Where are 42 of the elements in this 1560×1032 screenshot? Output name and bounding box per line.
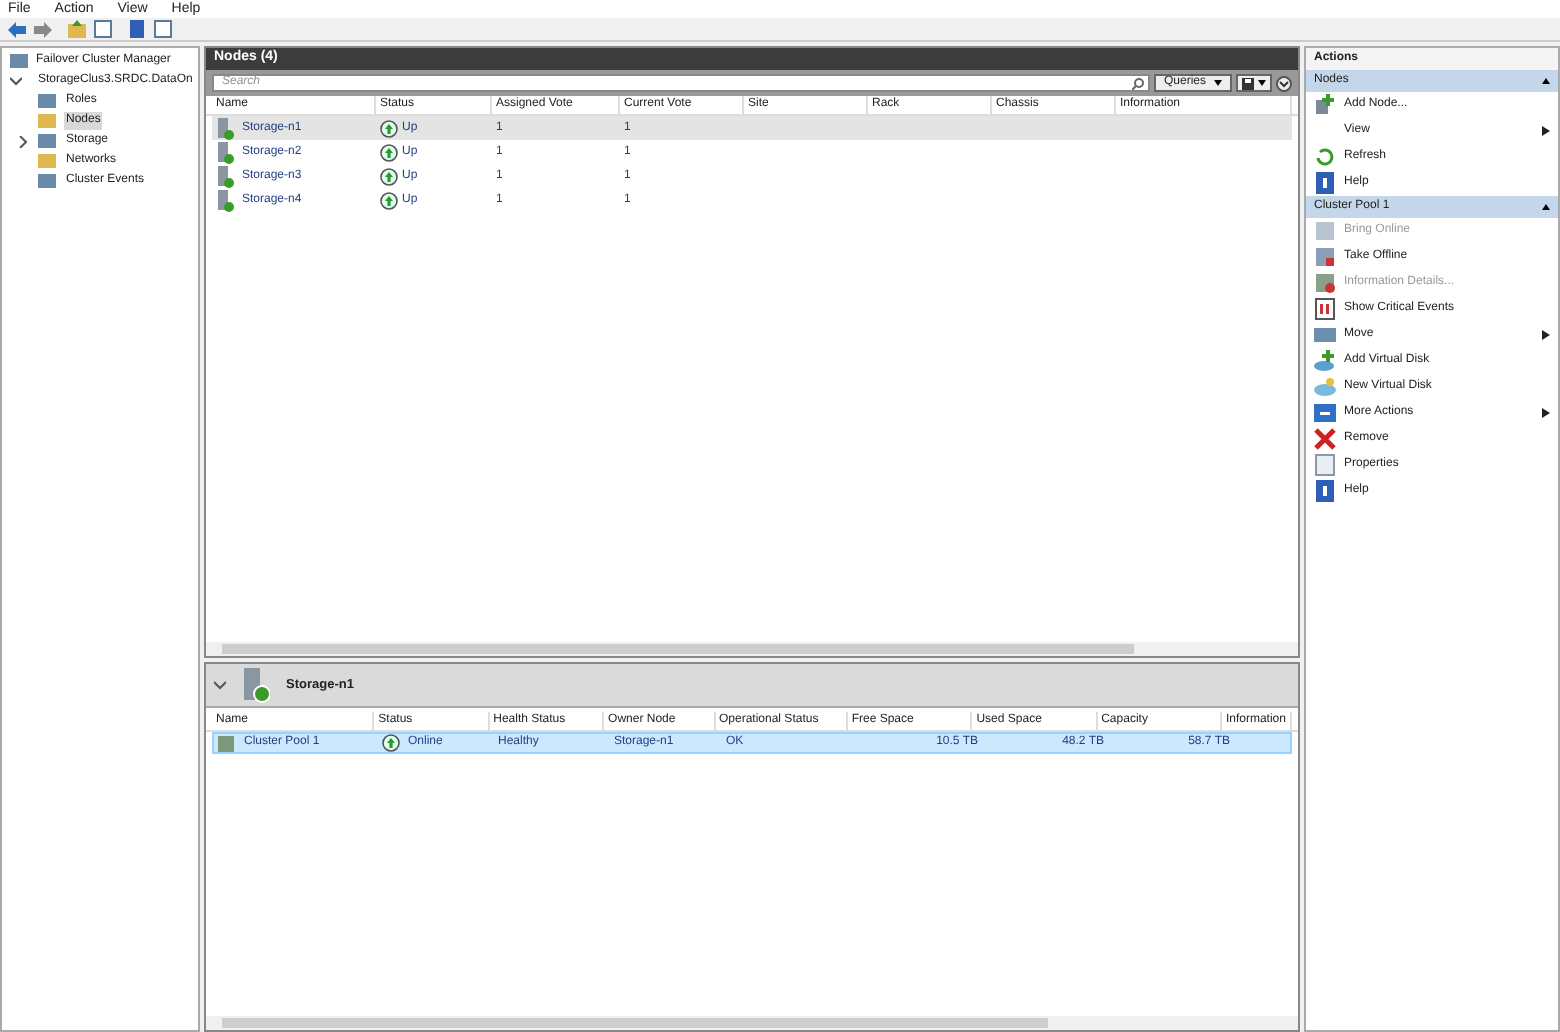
status-up-icon bbox=[380, 191, 398, 209]
pane-icon[interactable] bbox=[94, 20, 112, 38]
expanded-chevron-icon[interactable] bbox=[10, 75, 22, 87]
properties-icon bbox=[1314, 454, 1336, 476]
back-arrow-icon[interactable] bbox=[8, 21, 26, 37]
disk-plus-icon bbox=[1314, 350, 1336, 372]
server-icon bbox=[216, 189, 234, 211]
submenu-arrow-icon bbox=[1542, 408, 1550, 418]
event-log-icon bbox=[1314, 298, 1336, 320]
expand-circle-icon[interactable] bbox=[1276, 75, 1292, 91]
collapsed-chevron-icon[interactable] bbox=[18, 135, 30, 147]
save-query-button[interactable] bbox=[1236, 74, 1272, 92]
folder-icon bbox=[10, 52, 28, 70]
server-icon bbox=[216, 141, 234, 163]
search-icon bbox=[1131, 77, 1144, 89]
status-up-icon bbox=[380, 167, 398, 185]
server-icon bbox=[242, 667, 270, 703]
pane-icon[interactable] bbox=[154, 20, 172, 38]
help-icon bbox=[1314, 480, 1336, 502]
server-icon bbox=[216, 165, 234, 187]
save-icon bbox=[1242, 77, 1254, 89]
submenu-arrow-icon bbox=[1542, 330, 1550, 340]
status-up-icon bbox=[382, 734, 400, 752]
horizontal-scrollbar[interactable] bbox=[206, 642, 1298, 656]
more-actions-icon bbox=[1314, 402, 1336, 424]
server-plus-icon bbox=[1314, 94, 1336, 116]
help-icon[interactable] bbox=[128, 20, 146, 38]
folder-up-icon[interactable] bbox=[68, 20, 86, 38]
close-icon bbox=[1314, 428, 1336, 450]
horizontal-scrollbar[interactable] bbox=[206, 1016, 1298, 1030]
forward-arrow-icon[interactable] bbox=[34, 21, 52, 37]
server-icon bbox=[216, 117, 234, 139]
status-up-icon bbox=[380, 143, 398, 161]
disk-info-icon bbox=[1314, 272, 1336, 294]
storage-pool-icon bbox=[218, 735, 236, 751]
refresh-icon bbox=[1314, 146, 1336, 168]
help-icon bbox=[1314, 172, 1336, 194]
status-up-icon bbox=[380, 119, 398, 137]
expanded-chevron-icon[interactable] bbox=[214, 679, 226, 691]
disk-icon bbox=[1314, 376, 1336, 398]
submenu-arrow-icon bbox=[1542, 126, 1550, 136]
move-icon bbox=[1314, 324, 1336, 346]
